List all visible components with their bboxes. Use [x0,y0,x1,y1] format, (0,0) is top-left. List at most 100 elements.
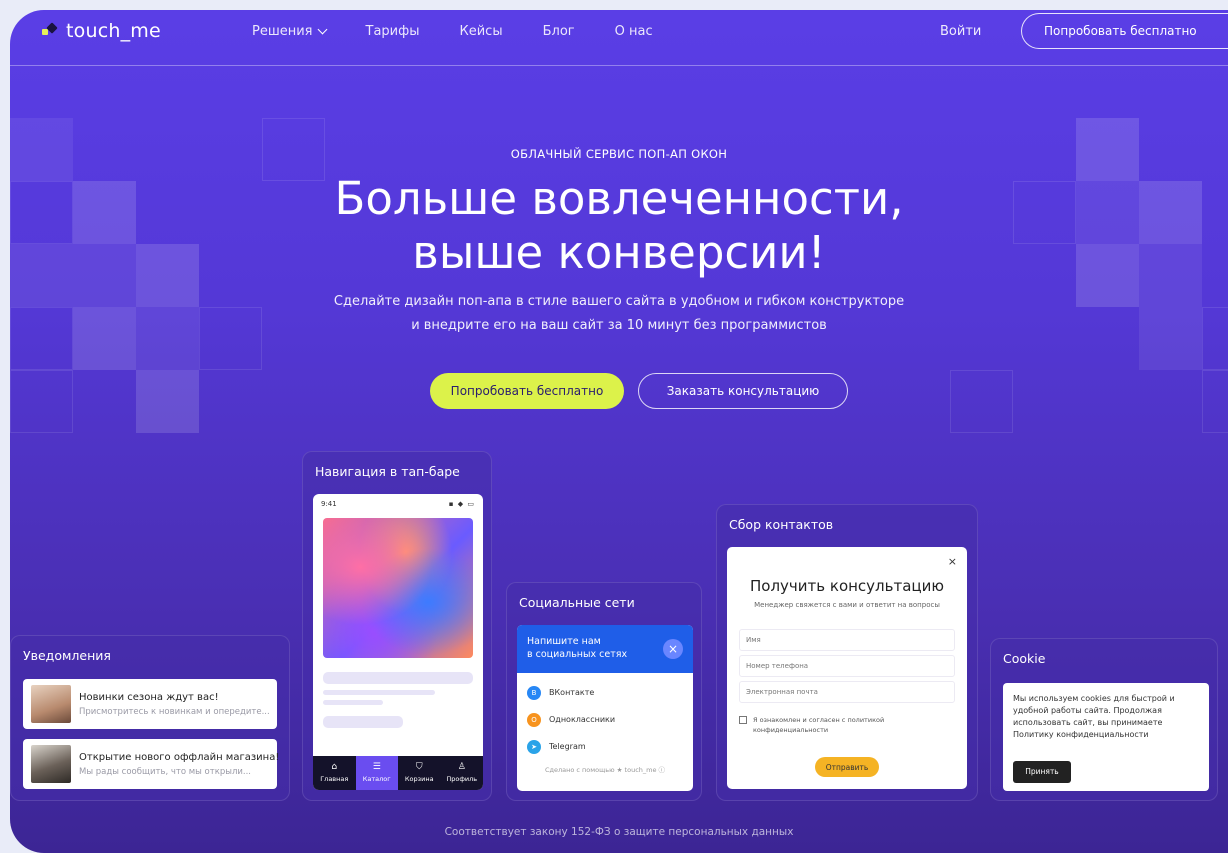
consultation-form: × Получить консультацию Менеджер свяжетс… [727,547,967,789]
tab-cart[interactable]: ⛉ Корзина [398,756,441,790]
hero-subtitle-line: и внедрите его на ваш сайт за 10 минут б… [411,318,827,333]
logo[interactable]: touch_me [42,20,161,42]
consent-checkbox-row[interactable]: Я ознакомлен и согласен с политикой конф… [739,715,939,735]
hero-subtitle: Сделайте дизайн поп-апа в стиле вашего с… [10,290,1228,338]
chevron-down-icon [317,24,327,35]
ok-icon: O [527,712,541,727]
page: touch_me Решения Тарифы Кейсы Блог О нас… [10,10,1228,853]
skeleton-line [323,700,383,705]
nav-label: Тарифы [365,24,420,39]
nav-label: Решения [252,24,313,39]
hero-subtitle-line: Сделайте дизайн поп-апа в стиле вашего с… [333,294,905,309]
close-icon[interactable]: × [948,555,957,568]
notification-avatar [31,685,71,723]
phone-status-bar: 9:41 ▪ ◆ ▭ [321,500,475,510]
vk-icon: B [527,685,541,700]
skeleton-line [323,672,473,684]
cookie-text: Мы используем cookies для быстрой и удоб… [1013,694,1175,739]
tab-label: Корзина [404,775,434,783]
card-tabbar: Навигация в тап-баре 9:41 ▪ ◆ ▭ ⌂ Главна… [302,451,492,801]
notification-text: Присмотритесь к новинкам и опередите... [79,706,269,717]
tab-label: Каталог [362,775,391,783]
card-cookie: Cookie Мы используем cookies для быстрой… [990,638,1218,801]
decor-square [1202,370,1228,433]
skeleton-line [323,716,403,728]
status-icons: ▪ ◆ ▭ [448,500,475,508]
decor-square [950,370,1013,433]
nav-label: Кейсы [459,24,503,39]
cookie-popup: Мы используем cookies для быстрой и удоб… [1003,683,1209,791]
card-contacts: Сбор контактов × Получить консультацию М… [716,504,978,801]
header: touch_me Решения Тарифы Кейсы Блог О нас… [10,10,1228,66]
skeleton-line [323,690,435,695]
accept-cookie-button[interactable]: Принять [1013,761,1071,783]
made-with-note: Сделано с помощью ★ touch_me ⓘ [544,766,666,774]
notification-item[interactable]: Открытие нового оффлайн магазина! Мы рад… [23,739,280,789]
phone-tab-bar: ⌂ Главная ☰ Каталог ⛉ Корзина ♙ Профиль [313,756,483,790]
phone-field[interactable]: Номер телефона [739,655,955,677]
card-title: Cookie [1003,651,1046,666]
tab-profile[interactable]: ♙ Профиль [441,756,484,790]
order-consultation-button[interactable]: Заказать консультацию [638,373,848,409]
home-icon: ⌂ [331,762,338,772]
notification-title: Новинки сезона ждут вас! [79,691,219,703]
try-free-button[interactable]: Попробовать бесплатно [430,373,624,409]
consent-checkbox[interactable] [739,716,747,724]
nav-item-solutions[interactable]: Решения [252,24,327,39]
email-field[interactable]: Электронная почта [739,681,955,703]
card-social: Социальные сети Напишите нам в социальны… [506,582,702,801]
social-item-telegram[interactable]: ➤ Telegram [517,733,693,760]
tab-label: Профиль [446,775,478,783]
cart-icon: ⛉ [415,762,423,772]
abstract-artwork [323,518,473,658]
form-subtitle: Менеджер свяжется с вами и ответит на во… [754,601,940,609]
login-link[interactable]: Войти [940,24,981,39]
card-title: Социальные сети [519,595,635,610]
tab-home[interactable]: ⌂ Главная [313,756,356,790]
main-nav: Решения Тарифы Кейсы Блог О нас [252,24,653,39]
card-notifications: Уведомления Новинки сезона ждут вас! При… [10,635,290,801]
card-title: Сбор контактов [729,517,834,532]
profile-icon: ♙ [457,762,466,772]
social-head-line: Напишите нам [527,636,601,647]
hero-title-line: выше конверсии! [412,226,826,279]
social-item-vk[interactable]: B ВКонтакте [517,679,693,706]
submit-button[interactable]: Отправить [815,757,879,777]
social-item-ok[interactable]: O Одноклассники [517,706,693,733]
card-title: Навигация в тап-баре [315,464,460,479]
social-popup: Напишите нам в социальных сетях × B ВКон… [517,625,693,791]
nav-item-about[interactable]: О нас [615,24,653,39]
nav-item-pricing[interactable]: Тарифы [366,24,420,39]
logo-text: touch_me [66,20,161,42]
decor-square [136,370,199,433]
notification-text: Мы рады сообщить, что мы открыли... [79,766,252,777]
nav-label: Блог [542,24,575,39]
nav-item-cases[interactable]: Кейсы [460,24,503,39]
social-popup-header: Напишите нам в социальных сетях × [517,625,693,673]
try-free-header-button[interactable]: Попробовать бесплатно [1021,13,1228,49]
tab-catalog[interactable]: ☰ Каталог [355,756,398,790]
social-label: Одноклассники [549,715,616,724]
logo-icon [42,22,58,39]
social-label: Telegram [549,742,586,751]
notification-title: Открытие нового оффлайн магазина! [79,751,280,763]
telegram-icon: ➤ [527,739,541,754]
hero-title: Больше вовлеченности, выше конверсии! [10,172,1228,280]
social-head-line: в социальных сетях [527,649,628,660]
name-field[interactable]: Имя [739,629,955,651]
hero-title-line: Больше вовлеченности, [334,172,904,225]
notification-avatar [31,745,71,783]
phone-mockup: 9:41 ▪ ◆ ▭ ⌂ Главная ☰ Каталог ⛉ Корзина… [313,494,483,790]
catalog-icon: ☰ [372,762,381,772]
tab-label: Главная [320,775,349,783]
nav-item-blog[interactable]: Блог [543,24,575,39]
social-label: ВКонтакте [549,688,595,697]
status-time: 9:41 [321,500,337,508]
notification-item[interactable]: Новинки сезона ждут вас! Присмотритесь к… [23,679,277,729]
law-compliance-note: Соответствует закону 152-ФЗ о защите пер… [444,826,794,838]
close-icon[interactable]: × [663,639,683,659]
card-title: Уведомления [23,648,111,663]
form-title: Получить консультацию [750,577,944,595]
nav-label: О нас [614,24,653,39]
consent-label: Я ознакомлен и согласен с политикой конф… [753,716,885,734]
